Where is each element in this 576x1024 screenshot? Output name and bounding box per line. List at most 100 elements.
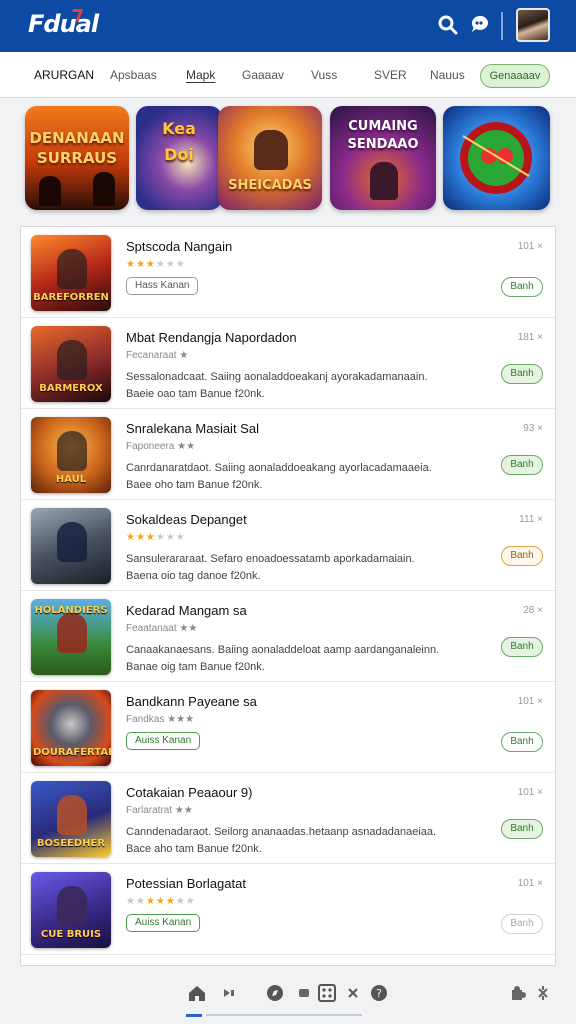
app-subtitle: Faponeera ★★ (126, 441, 196, 452)
banner-1-title: DENANAAN SURRAUS (29, 129, 125, 167)
chat-icon[interactable] (469, 14, 491, 36)
app-thumbnail: BOSEEDHER (31, 781, 111, 857)
grid-icon[interactable] (316, 982, 338, 1004)
list-item[interactable]: BAREFORREN Sptscoda Nangain ★★★★★★ Hass … (21, 227, 555, 318)
rating-stars: ★★★★★★ (126, 532, 186, 543)
search-icon[interactable] (437, 14, 459, 36)
bottom-nav: ? (0, 966, 576, 1024)
app-description: Sessalonadcaat. Saiing aonaladdoeakanj a… (126, 371, 428, 400)
banner-3[interactable]: SHEICADAS (218, 106, 322, 210)
topbar-divider (501, 12, 503, 40)
app-subtitle: Fecanaraat ★ (126, 350, 189, 361)
app-logo[interactable]: Fdual (28, 10, 99, 38)
get-button[interactable]: Banh (501, 546, 543, 566)
list-item[interactable]: DOURAFERTAR Bandkann Payeane sa Fandkas … (21, 682, 555, 773)
cross-icon[interactable] (342, 982, 364, 1004)
list-item[interactable]: CUE BRUIS Potessian Borlagatat ★★★★★★★ A… (21, 864, 555, 955)
close-icon: × (537, 332, 543, 343)
app-thumbnail: HOLANDIERS (31, 599, 111, 675)
thumb-label: CUE BRUIS (40, 929, 102, 940)
app-title[interactable]: Sokaldeas Depanget (126, 512, 247, 527)
list-item[interactable]: BARMEROX Mbat Rendangja Napordadon Fecan… (21, 318, 555, 409)
app-description: Canndenadaraot. Seilorg ananaadas.hetaan… (126, 826, 437, 855)
close-icon: × (537, 241, 543, 252)
home-icon[interactable] (186, 982, 208, 1004)
get-button[interactable]: Banh (501, 819, 543, 839)
app-subtitle: Farlaratrat ★★ (126, 805, 193, 816)
rating-stars: ★★★★★★★ (126, 896, 196, 907)
tab-vuss[interactable]: Vuss (311, 68, 337, 82)
app-thumbnail (31, 508, 111, 584)
app-tag[interactable]: Hass Kanan (126, 277, 199, 295)
puzzle-icon[interactable] (508, 982, 530, 1004)
get-button[interactable]: Banh (501, 914, 543, 934)
download-count: 101 × (517, 878, 543, 889)
app-tag[interactable]: Auiss Kanan (126, 732, 201, 750)
close-icon: × (537, 605, 543, 616)
avatar[interactable] (516, 8, 550, 42)
featured-banners: DENANAAN SURRAUS Kea Doi SHEICADAS CUMAI… (0, 98, 576, 224)
get-button[interactable]: Banh (501, 637, 543, 657)
app-description: Canrdanaratdaot. Saiing aonaladdoeakang … (126, 462, 432, 491)
thumb-label: DOURAFERTAR (33, 747, 111, 758)
app-description: Canaakanaesans. Baiing aonaladdeloat aam… (126, 644, 440, 673)
tab-mapk[interactable]: Mapk (186, 68, 215, 82)
list-item[interactable]: HOLANDIERS Kedarad Mangam sa Feaatanaat … (21, 591, 555, 682)
app-description: Sansulerararaat. Sefaro enoadoessatamb a… (126, 553, 415, 582)
app-subtitle: Fandkas ★★★ (126, 714, 195, 725)
dice-icon[interactable] (293, 982, 315, 1004)
tab-gaaaav[interactable]: Gaaaav (242, 68, 284, 82)
banner-1[interactable]: DENANAAN SURRAUS (25, 106, 129, 210)
banner-3-character (254, 130, 288, 170)
thumb-character (57, 795, 87, 835)
nav-track (206, 1014, 362, 1016)
get-button[interactable]: Banh (501, 364, 543, 384)
category-tabs: ARURGAN Apsbaas Mapk Gaaaav Vuss SVER Na… (0, 52, 576, 98)
thumb-label: BAREFORREN (33, 292, 109, 303)
thumb-character (57, 886, 87, 926)
play-icon[interactable] (218, 982, 240, 1004)
list-item[interactable]: BOSEEDHER Cotakaian Peaaour 9) Farlaratr… (21, 773, 555, 864)
tab-apsbaas[interactable]: Apsbaas (110, 68, 157, 82)
target-emblem-icon (460, 122, 532, 194)
download-count: 101 × (517, 787, 543, 798)
list-item[interactable]: HAUL Snralekana Masiait Sal Faponeera ★★… (21, 409, 555, 500)
app-title[interactable]: Sptscoda Nangain (126, 239, 232, 254)
app-title[interactable]: Snralekana Masiait Sal (126, 421, 259, 436)
banner-2[interactable]: Kea Doi (136, 106, 222, 210)
help-icon[interactable]: ? (368, 982, 390, 1004)
app-title[interactable]: Mbat Rendangja Napordadon (126, 330, 297, 345)
thumb-label: BARMEROX (39, 383, 103, 394)
download-count: 28 × (523, 605, 543, 616)
list-item[interactable]: Sokaldeas Depanget ★★★★★★ Sansulerararaa… (21, 500, 555, 591)
app-title[interactable]: Cotakaian Peaaour 9) (126, 785, 252, 800)
get-button[interactable]: Banh (501, 732, 543, 752)
get-button[interactable]: Banh (501, 455, 543, 475)
thumb-label: BOSEEDHER (36, 838, 106, 849)
tab-nauus[interactable]: Nauus (430, 68, 465, 82)
app-title[interactable]: Potessian Borlagatat (126, 876, 246, 891)
thumb-character (57, 522, 87, 562)
compass-icon[interactable] (264, 982, 286, 1004)
settings-icon[interactable] (532, 982, 554, 1004)
app-tag[interactable]: Auiss Kanan (126, 914, 201, 932)
app-subtitle: Feaatanaat ★★ (126, 623, 198, 634)
app-thumbnail: HAUL (31, 417, 111, 493)
tab-arurgan[interactable]: ARURGAN (34, 68, 94, 82)
close-icon: × (537, 878, 543, 889)
banner-4-title: CUMAING SENDAAO (347, 119, 419, 152)
tab-sver[interactable]: SVER (374, 68, 407, 82)
svg-text:?: ? (376, 987, 382, 1000)
tab-genaaaav-pill[interactable]: Genaaaav (480, 64, 550, 88)
thumb-label: HOLANDIERS (34, 605, 108, 616)
app-thumbnail: CUE BRUIS (31, 872, 111, 948)
app-title[interactable]: Bandkann Payeane sa (126, 694, 257, 709)
thumb-label: HAUL (55, 474, 87, 485)
get-button[interactable]: Banh (501, 277, 543, 297)
close-icon: × (537, 423, 543, 434)
close-icon: × (537, 787, 543, 798)
banner-5[interactable] (443, 106, 550, 210)
banner-4[interactable]: CUMAING SENDAAO (330, 106, 436, 210)
app-title[interactable]: Kedarad Mangam sa (126, 603, 247, 618)
download-count: 111 × (519, 514, 543, 525)
